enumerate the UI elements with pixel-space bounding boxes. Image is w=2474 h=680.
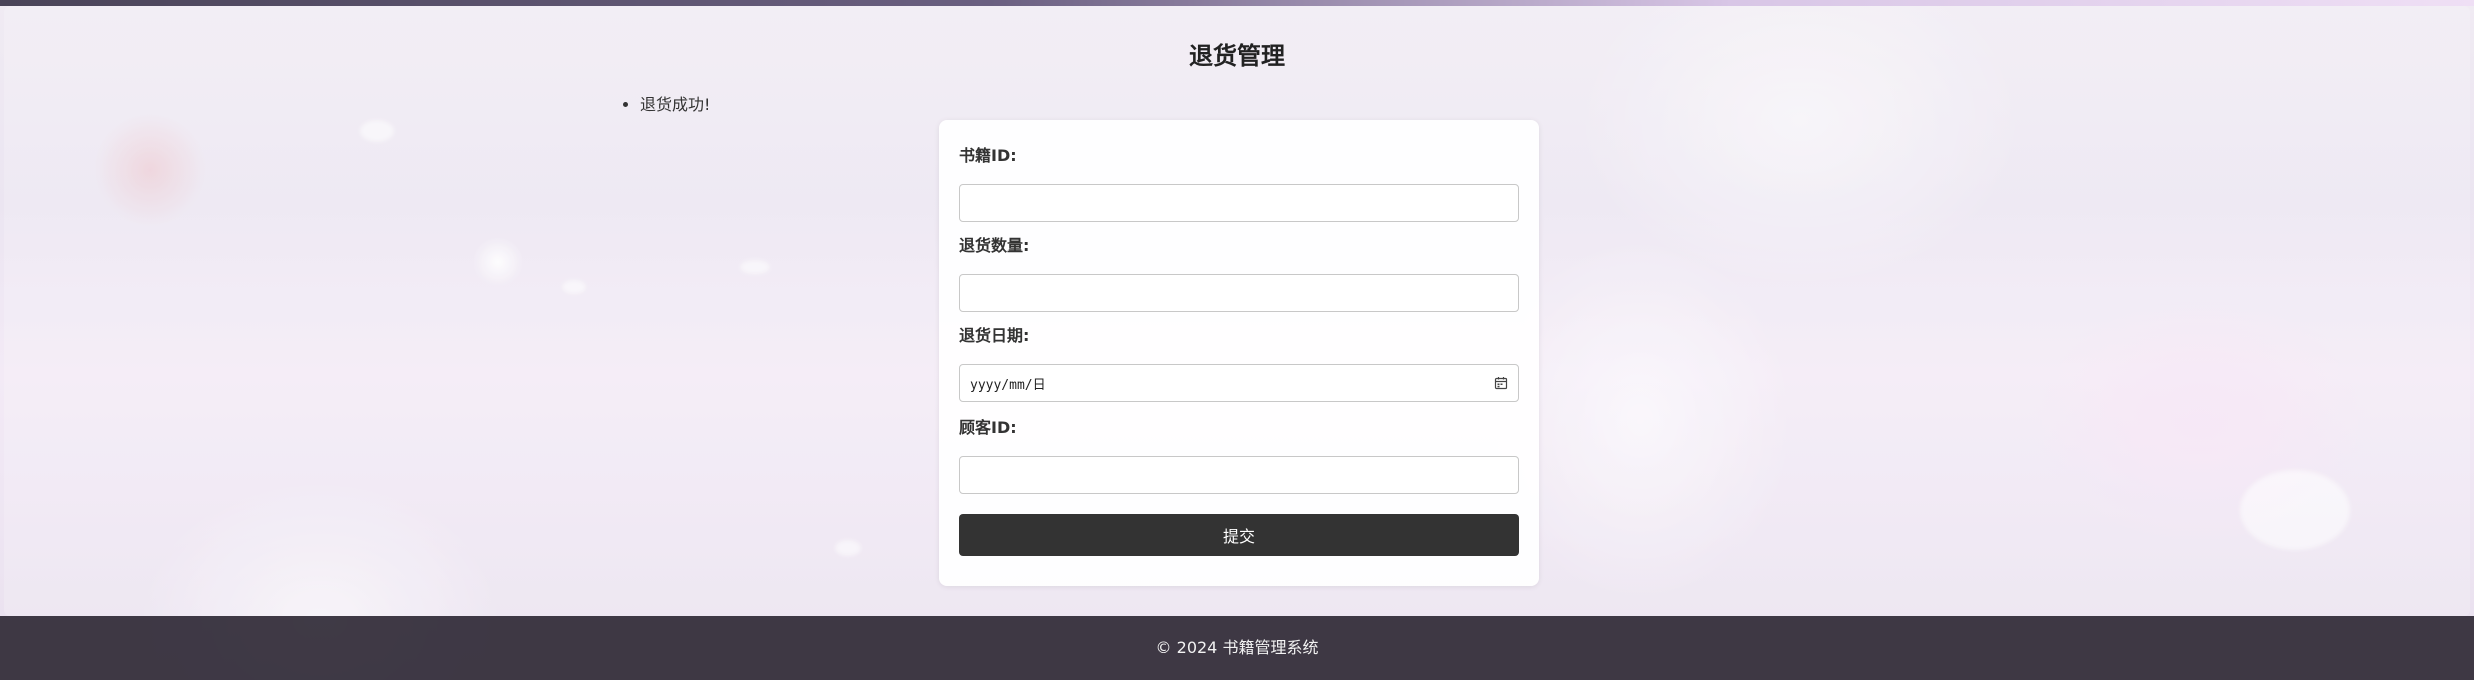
return-date-input[interactable]: yyyy/mm/日: [959, 364, 1519, 402]
return-quantity-label: 退货数量:: [959, 236, 1030, 255]
footer: © 2024 书籍管理系统: [0, 616, 2474, 680]
return-date-label: 退货日期:: [959, 326, 1030, 345]
page-title: 退货管理: [1189, 42, 1285, 70]
customer-id-label: 顾客ID:: [959, 418, 1017, 437]
return-quantity-input[interactable]: [959, 274, 1519, 312]
footer-text: © 2024 书籍管理系统: [1155, 638, 1319, 657]
customer-id-input[interactable]: [959, 456, 1519, 494]
date-placeholder: yyyy/mm/日: [970, 377, 1046, 393]
page: 退货管理 退货成功! 书籍ID: 退货数量: 退货日期: yyyy/mm/日: [0, 0, 2474, 680]
return-form: 书籍ID: 退货数量: 退货日期: yyyy/mm/日 顾客ID: 提交: [939, 120, 1539, 586]
submit-button[interactable]: 提交: [959, 514, 1519, 556]
message-item: 退货成功!: [640, 92, 710, 118]
book-id-label: 书籍ID:: [959, 146, 1017, 165]
calendar-icon[interactable]: [1494, 376, 1508, 390]
book-id-input[interactable]: [959, 184, 1519, 222]
message-list: 退货成功!: [620, 92, 710, 118]
